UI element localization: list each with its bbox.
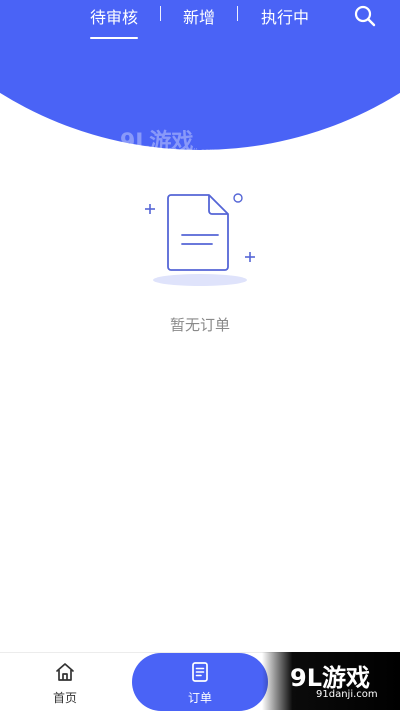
nav-label-orders: 订单: [187, 691, 212, 705]
search-icon[interactable]: [354, 5, 376, 27]
tab-new[interactable]: 新增: [183, 4, 215, 28]
watermark-logo-center: 9L游戏 91danji.com: [120, 124, 220, 150]
watermark-logo-corner: 9L游戏 91danji.com: [262, 652, 400, 710]
empty-state-text: 暂无订单: [169, 316, 230, 334]
header: 9L游戏 91danji.com 待审核 新增 执行中: [0, 0, 400, 150]
tab-pending-review[interactable]: 待审核: [90, 4, 139, 39]
order-list-icon: [189, 661, 211, 683]
nav-label-home: 首页: [52, 691, 77, 705]
nav-item-home[interactable]: 首页: [25, 653, 105, 711]
empty-document-icon: [140, 185, 260, 290]
watermark-domain-text: 91danji.com: [168, 147, 217, 150]
tab-separator: [160, 6, 161, 21]
tab-separator: [237, 6, 238, 21]
nav-item-orders[interactable]: 订单: [160, 653, 240, 711]
tab-in-progress[interactable]: 执行中: [261, 4, 309, 28]
home-icon: [54, 661, 76, 683]
watermark-brand-text: 9L游戏: [290, 664, 370, 692]
watermark-domain-text: 91danji.com: [316, 689, 378, 700]
tab-bar: 待审核 新增 执行中: [0, 0, 400, 40]
